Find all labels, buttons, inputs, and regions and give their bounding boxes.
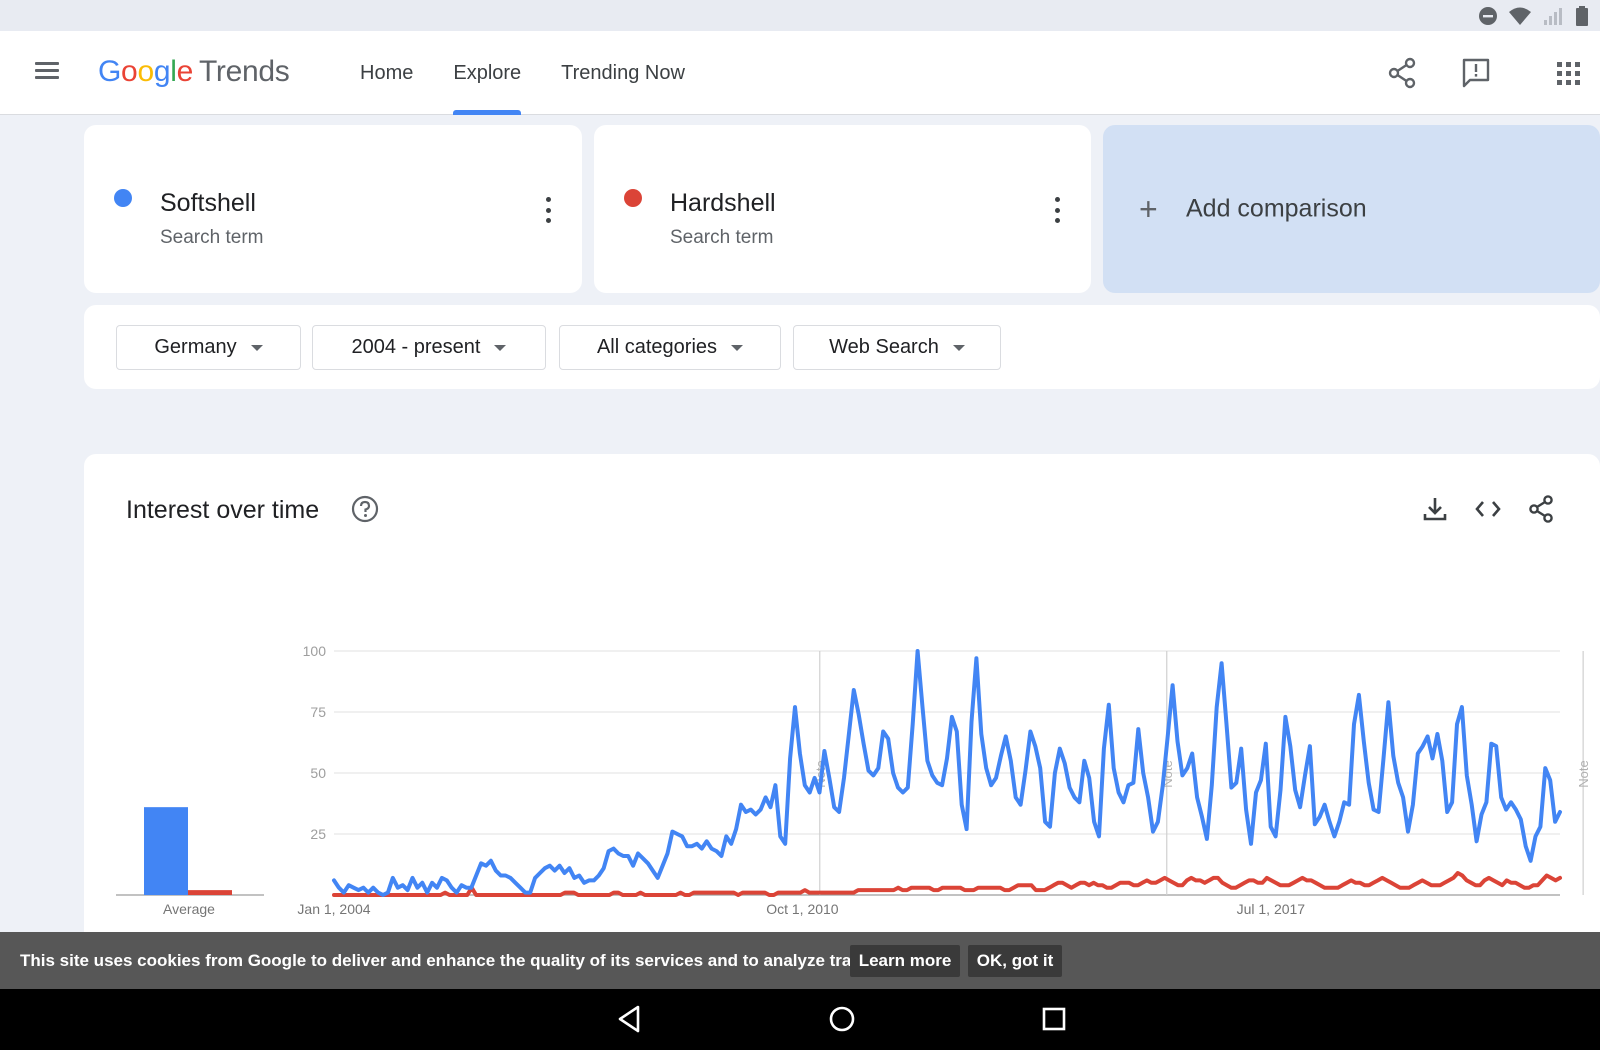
y-tick-label: 50: [310, 765, 326, 781]
main-nav: Home Explore Trending Now: [340, 31, 705, 115]
logo-letter: g: [153, 55, 171, 88]
more-options-icon[interactable]: [1047, 195, 1067, 225]
time-range-filter[interactable]: 2004 - present: [312, 325, 546, 370]
average-bars: [116, 807, 264, 896]
battery-icon: [1576, 6, 1588, 26]
term-color-dot: [114, 189, 132, 207]
dropdown-caret-icon: [494, 344, 507, 351]
region-filter-value: Germany: [154, 336, 237, 358]
feedback-icon[interactable]: [1458, 55, 1494, 91]
y-tick-label: 75: [310, 704, 326, 720]
x-tick-label: Jul 1, 2017: [1237, 901, 1306, 917]
learn-more-button[interactable]: Learn more: [850, 945, 960, 977]
main-menu-icon[interactable]: [30, 58, 64, 88]
average-bar-hardshell[interactable]: [188, 890, 232, 895]
tab-home[interactable]: Home: [340, 31, 433, 115]
dropdown-caret-icon: [952, 344, 965, 351]
term-subtitle: Search term: [670, 227, 774, 248]
system-status-bar: [0, 0, 1600, 31]
region-filter[interactable]: Germany: [116, 325, 301, 370]
filter-bar: Germany 2004 - present All categories We…: [84, 305, 1600, 389]
cookie-message: This site uses cookies from Google to de…: [20, 950, 882, 970]
home-icon[interactable]: [824, 1001, 860, 1037]
share-icon[interactable]: [1384, 55, 1420, 91]
top-app-bar: Google Trends Home Explore Trending Now: [0, 31, 1600, 115]
average-label: Average: [163, 901, 215, 917]
term-subtitle: Search term: [160, 227, 264, 248]
apps-grid-icon[interactable]: [1550, 55, 1586, 91]
category-filter[interactable]: All categories: [559, 325, 781, 370]
search-type-filter[interactable]: Web Search: [793, 325, 1001, 370]
logo-letter: G: [98, 55, 122, 88]
category-value: All categories: [596, 336, 718, 358]
add-comparison-button[interactable]: + Add comparison: [1103, 125, 1600, 293]
plus-icon: +: [1139, 191, 1158, 227]
dropdown-caret-icon: [250, 344, 263, 351]
logo-letter: o: [121, 55, 138, 88]
term-card-hardshell[interactable]: Hardshell Search term: [594, 125, 1091, 293]
interest-over-time-card: Interest over time Average 25 50 75 100 Not…: [84, 454, 1600, 954]
y-tick-label: 100: [303, 643, 327, 659]
tab-trending-now-label: Trending Now: [561, 61, 685, 84]
term-name: Hardshell: [670, 189, 776, 217]
tab-trending-now[interactable]: Trending Now: [541, 31, 705, 115]
system-navigation-bar: [0, 989, 1600, 1050]
search-type-value: Web Search: [829, 336, 939, 358]
status-icons: [1478, 6, 1590, 26]
average-bar-softshell[interactable]: [144, 807, 188, 895]
more-options-icon[interactable]: [538, 195, 558, 225]
logo-trends-text: Trends: [198, 55, 290, 88]
y-tick-label: 25: [310, 826, 326, 842]
ok-got-it-button[interactable]: OK, got it: [968, 945, 1062, 977]
add-comparison-label: Add comparison: [1186, 194, 1367, 223]
tab-explore[interactable]: Explore: [433, 31, 541, 115]
interest-over-time-chart: Average 255075100 Note Note Note Jan 1, 20…: [116, 643, 1591, 917]
signal-icon: [1544, 8, 1562, 25]
note-marker-label[interactable]: Note: [1576, 760, 1591, 787]
google-trends-logo[interactable]: Google Trends: [98, 55, 290, 89]
tab-explore-label: Explore: [453, 61, 522, 84]
logo-letter: e: [176, 55, 194, 88]
tab-home-label: Home: [360, 61, 414, 84]
x-axis-ticks: Jan 1, 2004 Oct 1, 2010 Jul 1, 2017: [297, 901, 1305, 917]
time-range-value: 2004 - present: [351, 336, 481, 358]
dropdown-caret-icon: [731, 344, 744, 351]
wifi-icon: [1509, 7, 1531, 25]
cookie-banner: This site uses cookies from Google to de…: [0, 932, 1600, 989]
x-tick-label: Jan 1, 2004: [297, 901, 370, 917]
back-icon[interactable]: [612, 1001, 648, 1037]
explore-header: Softshell Search term Hardshell Search t…: [0, 115, 1600, 421]
term-name: Softshell: [160, 189, 256, 217]
do-not-disturb-icon: [1479, 7, 1497, 25]
recents-icon[interactable]: [1036, 1001, 1072, 1037]
term-color-dot: [624, 189, 642, 207]
x-tick-label: Oct 1, 2010: [766, 901, 839, 917]
logo-letter: o: [137, 55, 154, 88]
term-card-softshell[interactable]: Softshell Search term: [84, 125, 582, 293]
